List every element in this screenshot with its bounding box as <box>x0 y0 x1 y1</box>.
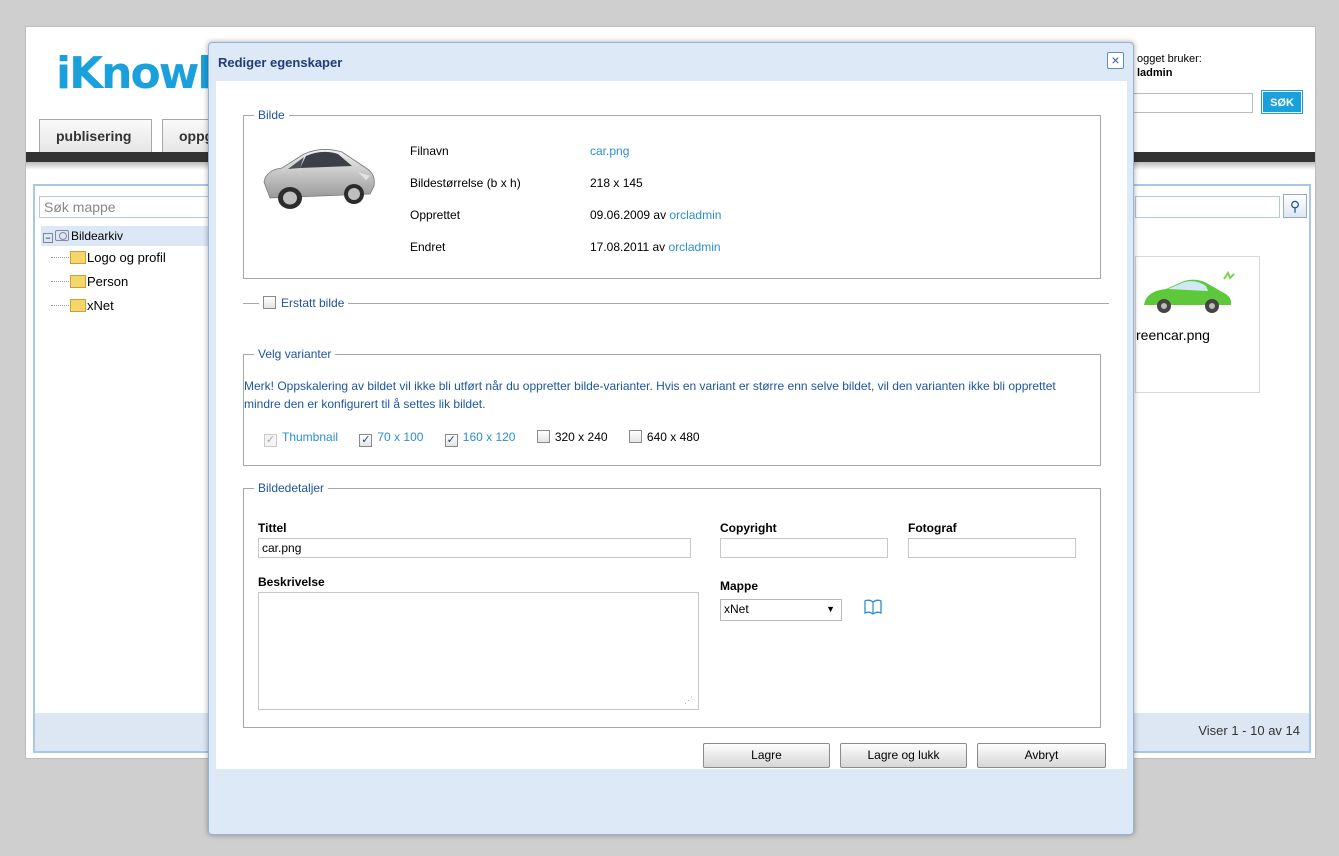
folder-browse-icon[interactable] <box>864 599 882 615</box>
variant-160x120[interactable]: ✓ 160 x 120 <box>444 430 515 447</box>
cancel-button[interactable]: Avbryt <box>977 743 1106 768</box>
variant-thumbnail-checkbox: ✓ <box>264 434 277 447</box>
edit-properties-dialog: Rediger egenskaper × Bilde Filnavn car.p… <box>208 42 1134 835</box>
variants-note: Merk! Oppskalering av bildet vil ikke bl… <box>244 379 1056 411</box>
photographer-field[interactable] <box>908 538 1076 558</box>
variant-thumbnail: ✓ Thumbnail <box>264 430 339 447</box>
folder-label: Mappe <box>720 579 759 593</box>
save-button[interactable]: Lagre <box>703 743 830 768</box>
title-label: Tittel <box>258 521 287 535</box>
image-thumbnail-card[interactable]: reencar.png <box>1135 256 1260 393</box>
close-icon[interactable]: × <box>1107 52 1124 69</box>
variants-legend: Velg varianter <box>254 347 336 361</box>
copyright-label: Copyright <box>720 521 777 535</box>
save-and-close-button[interactable]: Lagre og lukk <box>840 743 967 768</box>
image-section-legend: Bilde <box>254 108 289 122</box>
variant-320x240-checkbox[interactable] <box>536 430 550 443</box>
variants-section: Velg varianter Merk! Oppskalering av bil… <box>243 347 1101 466</box>
replace-image-checkbox[interactable] <box>263 296 276 309</box>
description-textarea[interactable] <box>258 592 699 710</box>
image-section: Bilde Filnavn car.png Bildestørrelse (b … <box>243 108 1101 279</box>
variant-320x240[interactable]: 320 x 240 <box>536 430 608 444</box>
search-icon[interactable]: ⚲ <box>1283 194 1307 218</box>
dialog-header: Rediger egenskaper × <box>209 43 1133 81</box>
replace-image-divider <box>243 303 1109 304</box>
global-search-input[interactable] <box>1126 93 1253 113</box>
variant-70x100-checkbox[interactable]: ✓ <box>359 434 373 447</box>
variant-160x120-checkbox[interactable]: ✓ <box>444 434 458 447</box>
modified-by-link[interactable]: orcladmin <box>669 240 721 254</box>
image-info-table: Filnavn car.png Bildestørrelse (b x h) 218… <box>410 144 810 272</box>
pager-text: Viser 1 - 10 av 14 <box>1198 723 1300 738</box>
variant-70x100[interactable]: ✓ 70 x 100 <box>359 430 423 447</box>
title-field[interactable]: car.png <box>258 538 691 558</box>
app-logo: iKnowl <box>56 48 212 99</box>
logged-in-user-label: ogget bruker: <box>1137 53 1202 65</box>
created-by-link[interactable]: orcladmin <box>669 208 721 222</box>
tab-publisering[interactable]: publisering <box>39 119 152 152</box>
global-search-button[interactable]: SØK <box>1261 90 1303 114</box>
details-section: Bildedetaljer Tittel car.png Copyright F… <box>243 481 1101 728</box>
details-legend: Bildedetaljer <box>254 481 329 495</box>
camera-icon <box>55 230 69 241</box>
image-search-input[interactable] <box>1135 196 1280 218</box>
filename-link[interactable]: car.png <box>590 144 629 158</box>
tree-root-label: Bildearkiv <box>71 229 124 243</box>
dialog-body: Bilde Filnavn car.png Bildestørrelse (b … <box>216 81 1127 769</box>
description-label: Beskrivelse <box>258 575 325 589</box>
photographer-label: Fotograf <box>908 521 957 535</box>
thumbnail-filename: reencar.png <box>1136 327 1210 343</box>
chevron-down-icon: ▼ <box>826 604 835 614</box>
green-car-thumbnail <box>1144 270 1235 313</box>
variant-640x480-checkbox[interactable] <box>628 430 642 443</box>
info-row-modified: Endret 17.08.2011 av orcladmin <box>410 240 721 254</box>
folder-select[interactable]: xNet ▼ <box>720 599 842 621</box>
replace-image-label: Erstatt bilde <box>281 296 345 310</box>
car-image-preview <box>263 149 375 209</box>
dialog-title: Rediger egenskaper <box>218 55 343 70</box>
variant-640x480[interactable]: 640 x 480 <box>628 430 700 444</box>
info-row-filename: Filnavn car.png <box>410 144 630 158</box>
collapse-icon[interactable]: − <box>43 233 53 243</box>
folder-icon <box>70 251 86 264</box>
folder-icon <box>70 275 86 288</box>
info-row-size: Bildestørrelse (b x h) 218 x 145 <box>410 176 643 190</box>
folder-icon <box>70 299 86 312</box>
info-row-created: Opprettet 09.06.2009 av orcladmin <box>410 208 722 222</box>
copyright-field[interactable] <box>720 538 888 558</box>
replace-image-toggle[interactable]: Erstatt bilde <box>259 295 349 311</box>
resize-grip-icon[interactable]: ⋰ <box>684 695 693 706</box>
logged-in-user-name: ladmin <box>1137 67 1173 79</box>
variant-options: ✓ Thumbnail ✓ 70 x 100 ✓ 160 x 120 320 x 24… <box>264 429 700 447</box>
